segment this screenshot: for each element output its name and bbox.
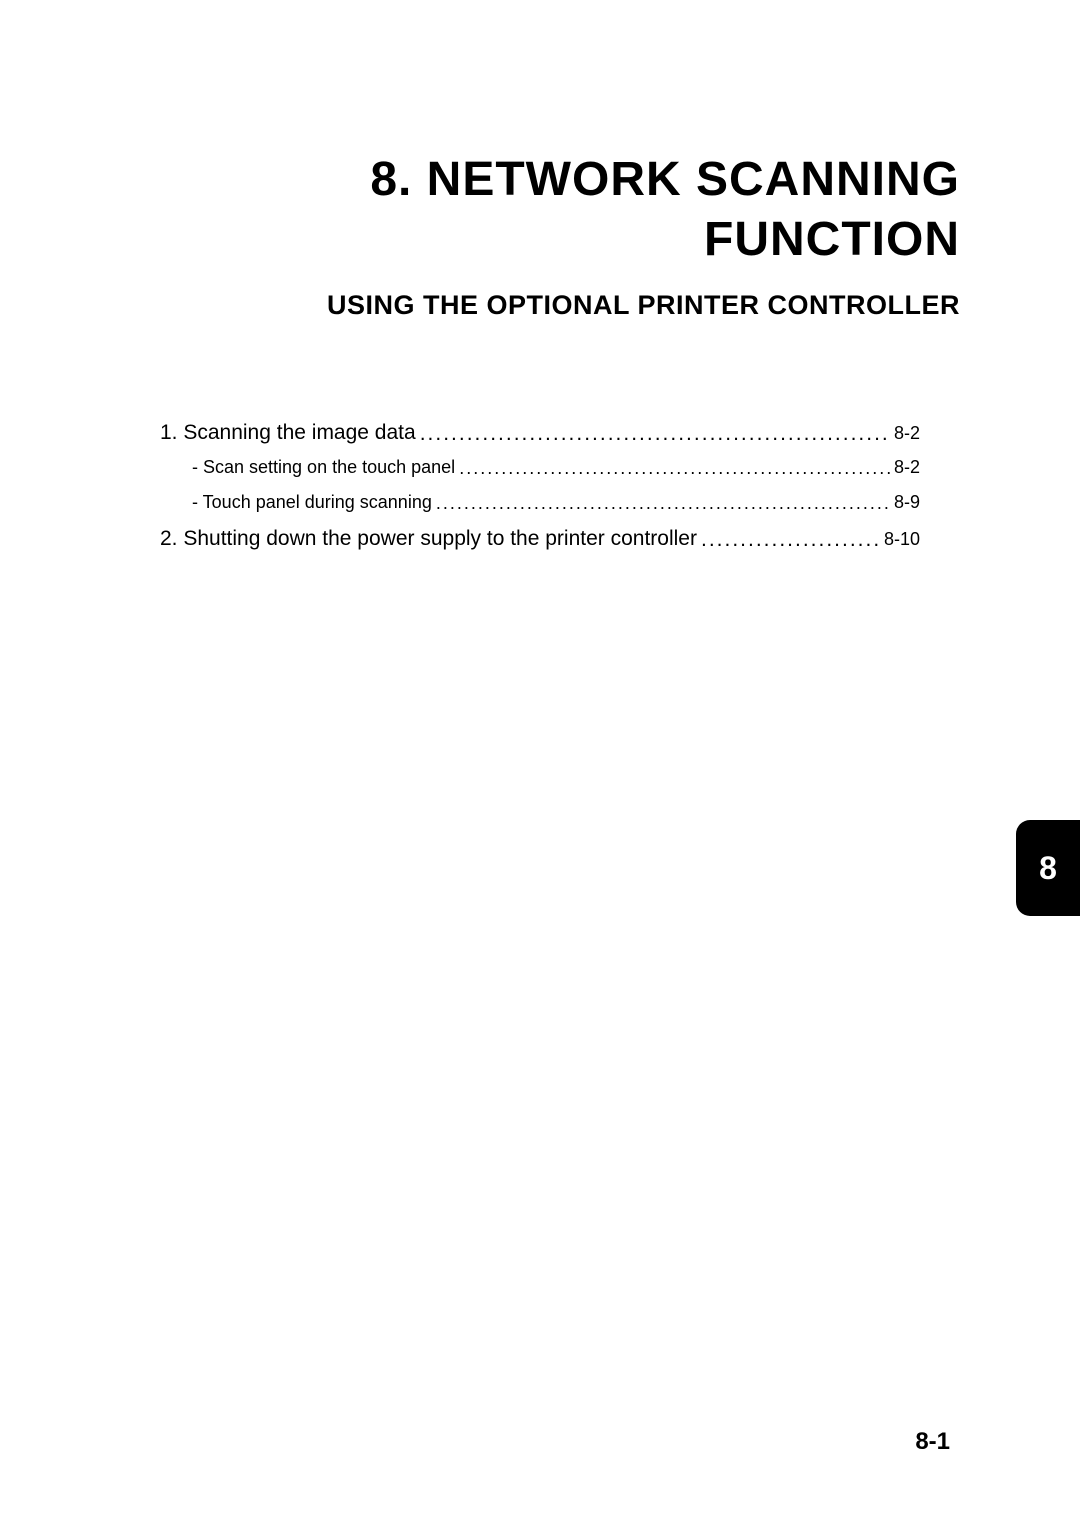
chapter-title: 8. NETWORK SCANNING FUNCTION (120, 150, 960, 270)
toc-page: 8-2 (894, 457, 920, 478)
chapter-tab: 8 (1016, 820, 1080, 916)
toc-entry: 2. Shutting down the power supply to the… (160, 527, 920, 551)
toc-entry: - Touch panel during scanning 8-9 (160, 492, 920, 513)
toc-label: 1. Scanning the image data (160, 421, 416, 445)
chapter-title-line1: 8. NETWORK SCANNING (120, 150, 960, 210)
toc-leader (436, 493, 890, 514)
toc-entry: 1. Scanning the image data 8-2 (160, 421, 920, 445)
toc-label: 2. Shutting down the power supply to the… (160, 527, 697, 551)
chapter-tab-number: 8 (1039, 850, 1057, 887)
document-page: 8. NETWORK SCANNING FUNCTION USING THE O… (0, 0, 1080, 1526)
toc-label: - Touch panel during scanning (192, 492, 432, 513)
toc-leader (701, 528, 880, 552)
toc-page: 8-10 (884, 529, 920, 550)
toc-page: 8-2 (894, 423, 920, 444)
toc-label: - Scan setting on the touch panel (192, 457, 455, 478)
toc-leader (420, 422, 890, 446)
toc-entry: - Scan setting on the touch panel 8-2 (160, 457, 920, 478)
table-of-contents: 1. Scanning the image data 8-2 - Scan se… (120, 421, 960, 551)
toc-leader (459, 458, 890, 479)
toc-page: 8-9 (894, 492, 920, 513)
page-number: 8-1 (915, 1428, 950, 1456)
chapter-title-line2: FUNCTION (120, 210, 960, 270)
chapter-subtitle: USING THE OPTIONAL PRINTER CONTROLLER (120, 290, 960, 321)
